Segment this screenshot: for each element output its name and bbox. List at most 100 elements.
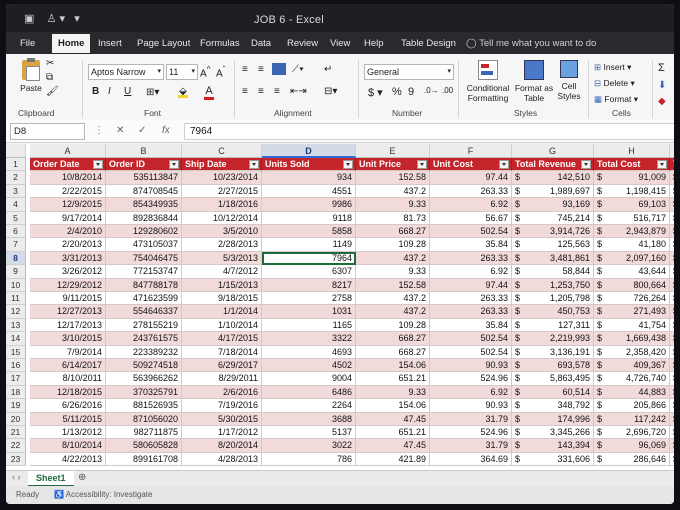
- table-cell[interactable]: 90.93: [430, 399, 512, 413]
- table-cell[interactable]: 12/29/2012: [30, 278, 106, 292]
- table-cell[interactable]: 4693: [262, 345, 356, 359]
- column-header-c[interactable]: C: [182, 144, 262, 158]
- table-cell[interactable]: 278155219: [106, 318, 182, 333]
- cell-styles-button[interactable]: Cell Styles: [554, 60, 584, 101]
- table-header-cell[interactable]: Ship Date: [182, 158, 262, 172]
- table-cell[interactable]: 12/9/2015: [30, 198, 106, 212]
- table-cell[interactable]: 509274518: [106, 359, 182, 373]
- table-cell[interactable]: $2,943,879: [594, 225, 670, 239]
- table-cell[interactable]: $2,097,160: [594, 251, 670, 266]
- font-name-dropdown[interactable]: Aptos Narrow ▾: [88, 64, 164, 80]
- table-cell[interactable]: $41,180: [594, 238, 670, 252]
- table-cell[interactable]: $745,214: [512, 211, 594, 225]
- table-cell[interactable]: 899161708: [106, 452, 182, 467]
- filter-dropdown-icon[interactable]: [249, 160, 259, 169]
- fill-down-icon[interactable]: ⬇: [658, 80, 666, 91]
- cancel-icon[interactable]: ✕: [116, 125, 124, 136]
- table-cell[interactable]: 152.58: [356, 278, 430, 292]
- conditional-formatting-button[interactable]: Conditional Formatting: [464, 60, 512, 103]
- row-header-12[interactable]: 12: [6, 305, 26, 319]
- table-cell[interactable]: $43,644: [594, 265, 670, 279]
- table-cell[interactable]: $127,311: [512, 318, 594, 333]
- sheet-tab-sheet1[interactable]: Sheet1: [28, 471, 74, 487]
- table-cell[interactable]: 754046475: [106, 251, 182, 266]
- tab-formulas[interactable]: Formulas: [200, 36, 240, 51]
- row-header-15[interactable]: 15: [6, 345, 26, 359]
- comma-button[interactable]: 9: [408, 86, 414, 98]
- table-header-cell[interactable]: Unit Price: [356, 158, 430, 172]
- table-header-cell[interactable]: To: [670, 158, 674, 172]
- table-cell[interactable]: 3688: [262, 412, 356, 426]
- table-cell[interactable]: 9/18/2015: [182, 292, 262, 306]
- table-cell[interactable]: 871056020: [106, 412, 182, 426]
- table-cell[interactable]: $331,606: [512, 452, 594, 467]
- table-cell[interactable]: 35.84: [430, 318, 512, 333]
- table-cell[interactable]: 4/7/2012: [182, 265, 262, 279]
- table-cell[interactable]: 1031: [262, 305, 356, 319]
- table-cell[interactable]: 243761575: [106, 332, 182, 346]
- row-header-17[interactable]: 17: [6, 372, 26, 386]
- table-cell[interactable]: $286,646: [594, 452, 670, 467]
- table-cell[interactable]: 152.58: [356, 171, 430, 185]
- table-cell[interactable]: 370325791: [106, 385, 182, 400]
- table-cell[interactable]: 6486: [262, 385, 356, 400]
- row-header-13[interactable]: 13: [6, 318, 26, 333]
- table-cell[interactable]: 3/31/2013: [30, 251, 106, 266]
- row-header-9[interactable]: 9: [6, 265, 26, 279]
- table-cell[interactable]: 651.21: [356, 426, 430, 440]
- table-cell[interactable]: 263.33: [430, 184, 512, 199]
- table-cell[interactable]: 47.45: [356, 412, 430, 426]
- row-header-3[interactable]: 3: [6, 184, 26, 199]
- format-cells-button[interactable]: ▦ Format ▾: [594, 94, 638, 105]
- table-cell[interactable]: $409,367: [594, 359, 670, 373]
- table-cell[interactable]: 7/18/2014: [182, 345, 262, 359]
- table-cell[interactable]: $174,996: [512, 412, 594, 426]
- table-cell[interactable]: 934: [262, 171, 356, 185]
- table-cell[interactable]: 2/28/2013: [182, 238, 262, 252]
- table-cell[interactable]: $5,863,495: [512, 372, 594, 386]
- insert-function-button[interactable]: fx: [162, 125, 170, 136]
- select-all-corner[interactable]: [6, 144, 26, 158]
- table-cell[interactable]: 263.33: [430, 292, 512, 306]
- table-cell[interactable]: 4/22/2013: [30, 452, 106, 467]
- accessibility-status[interactable]: ♿ Accessibility: Investigate: [54, 490, 152, 499]
- table-cell[interactable]: $1,989,697: [512, 184, 594, 199]
- more-options-icon[interactable]: ⋮: [94, 125, 104, 136]
- table-cell[interactable]: 97.44: [430, 171, 512, 185]
- table-cell[interactable]: $142,510: [512, 171, 594, 185]
- column-header-more[interactable]: [670, 144, 674, 158]
- table-cell[interactable]: 12/18/2015: [30, 385, 106, 400]
- table-cell[interactable]: 263.33: [430, 305, 512, 319]
- table-cell[interactable]: 8/10/2014: [30, 439, 106, 453]
- table-cell[interactable]: $726,264: [594, 292, 670, 306]
- table-cell[interactable]: $1,205,798: [512, 292, 594, 306]
- table-cell[interactable]: $3,914,726: [512, 225, 594, 239]
- formula-input[interactable]: 7964: [184, 123, 674, 140]
- table-cell[interactable]: 7/9/2014: [30, 345, 106, 359]
- table-cell[interactable]: 2/20/2013: [30, 238, 106, 252]
- table-cell[interactable]: 4/28/2013: [182, 452, 262, 467]
- insert-cells-button[interactable]: ⊞ Insert ▾: [594, 62, 631, 73]
- table-cell[interactable]: 881526935: [106, 399, 182, 413]
- tab-view[interactable]: View: [330, 36, 350, 51]
- table-cell[interactable]: $93,169: [512, 198, 594, 212]
- table-cell[interactable]: 10/8/2014: [30, 171, 106, 185]
- table-cell[interactable]: $3,481,861: [512, 251, 594, 266]
- table-cell[interactable]: 129280602: [106, 225, 182, 239]
- table-cell[interactable]: 109.28: [356, 318, 430, 333]
- table-cell[interactable]: 97.44: [430, 278, 512, 292]
- row-header-23[interactable]: 23: [6, 452, 26, 467]
- table-cell[interactable]: 437.2: [356, 305, 430, 319]
- quick-access-toolbar[interactable]: ▣ ♙ ▾ ▾: [24, 12, 80, 25]
- table-cell[interactable]: $1,198,415: [594, 184, 670, 199]
- table-cell[interactable]: 1/1/2014: [182, 305, 262, 319]
- bold-button[interactable]: B: [92, 86, 99, 97]
- table-cell[interactable]: $1,669,438: [594, 332, 670, 346]
- table-cell[interactable]: 9/17/2014: [30, 211, 106, 225]
- tab-help[interactable]: Help: [364, 36, 384, 51]
- table-cell[interactable]: 4502: [262, 359, 356, 373]
- table-cell[interactable]: $4,726,740: [594, 372, 670, 386]
- tell-me-search[interactable]: ◯ Tell me what you want to do: [466, 38, 596, 49]
- table-cell[interactable]: 3322: [262, 332, 356, 346]
- table-cell[interactable]: 31.79: [430, 439, 512, 453]
